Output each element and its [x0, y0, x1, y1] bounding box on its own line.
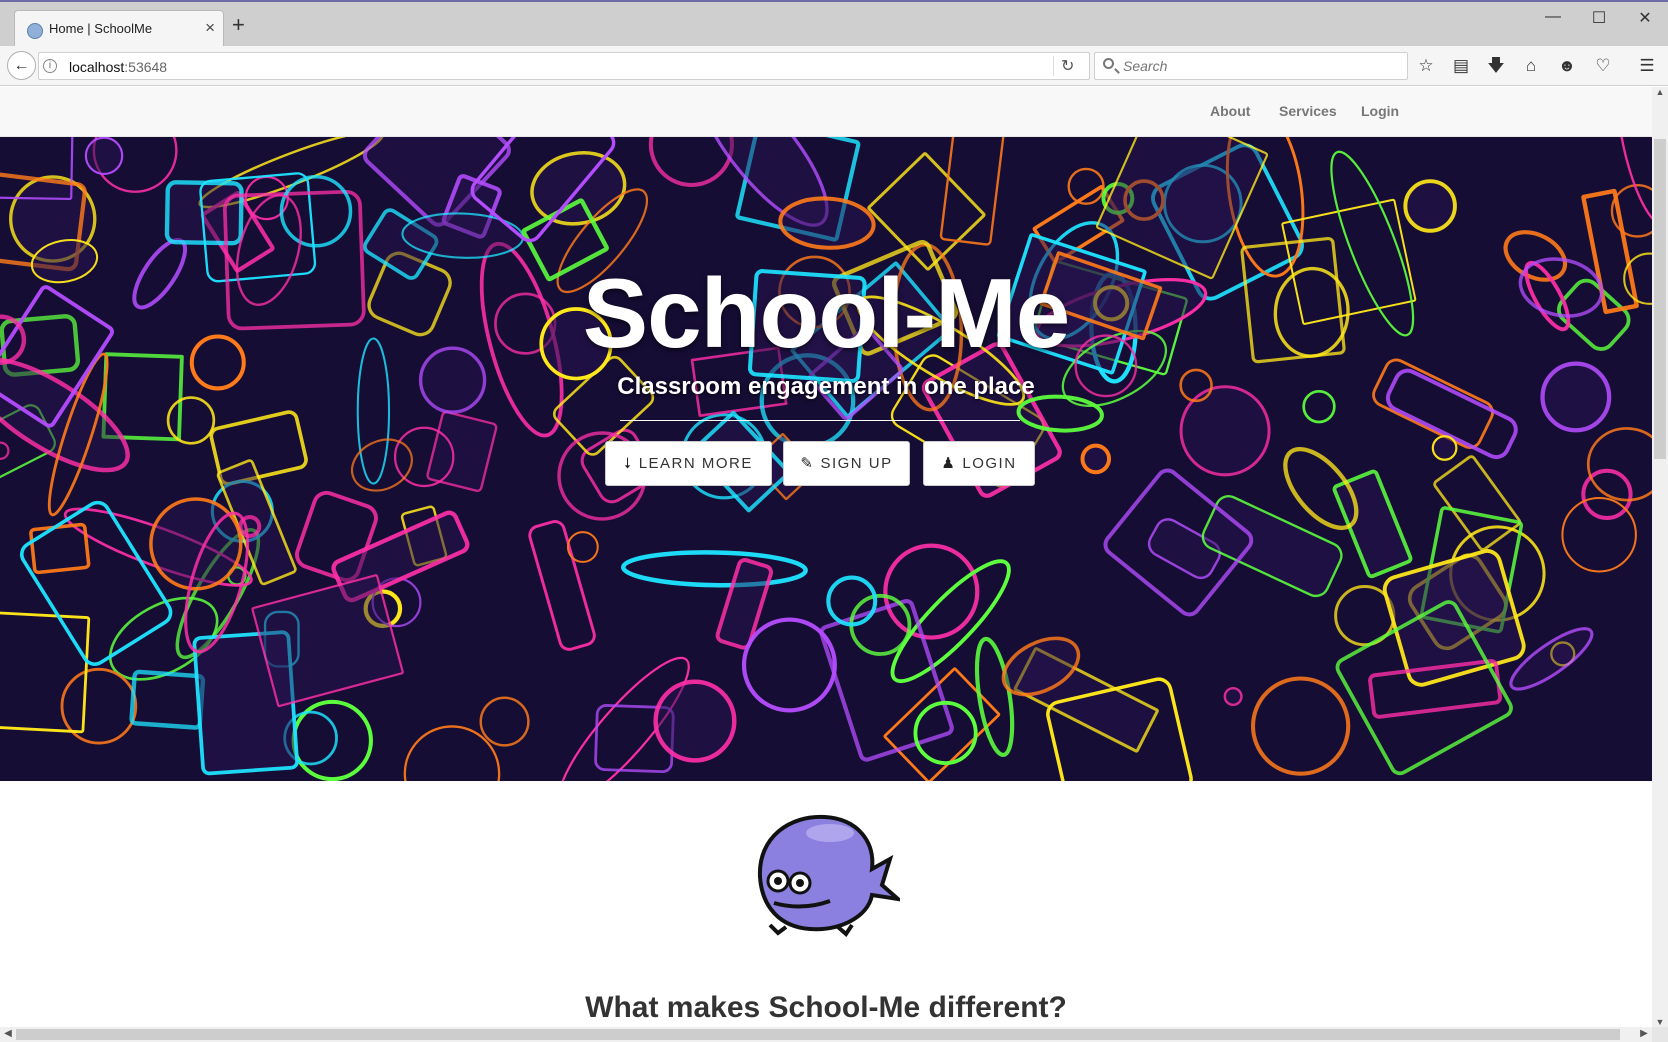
new-tab-button[interactable]: +: [232, 14, 245, 36]
sync-icon[interactable]: ☻: [1556, 55, 1578, 77]
star-icon[interactable]: ☆: [1415, 55, 1437, 77]
neon-decoration: [0, 611, 91, 734]
search-icon: [1103, 58, 1114, 69]
tab-title: Home | SchoolMe: [49, 21, 153, 36]
neon-decoration: [528, 520, 596, 651]
hero-section: School-Me Classroom engagement in one pl…: [0, 137, 1652, 781]
hero-title: School-Me: [582, 258, 1070, 368]
neon-decoration: [1561, 496, 1637, 573]
neon-decoration: [867, 152, 986, 271]
neon-decoration: [653, 679, 737, 763]
url-port: :53648: [124, 59, 168, 75]
neon-decoration: [1250, 676, 1351, 776]
neon-decoration: [1586, 427, 1652, 502]
hero-divider: [620, 420, 1020, 421]
neon-decoration: [1431, 435, 1458, 461]
nav-link-services[interactable]: Services: [1279, 103, 1337, 119]
neon-decoration: [883, 543, 980, 640]
url-text[interactable]: localhost:53648: [69, 59, 167, 75]
horizontal-scrollbar[interactable]: ◀ ▶: [0, 1027, 1652, 1042]
bolt-icon: ⭣: [624, 455, 633, 472]
reload-icon[interactable]: ↻: [1061, 56, 1074, 76]
horizontal-scroll-thumb[interactable]: [16, 1029, 1620, 1040]
search-input[interactable]: [1121, 54, 1401, 78]
login-button[interactable]: ♟ LOGIN: [923, 441, 1035, 486]
section-heading: What makes School-Me different?: [585, 991, 1067, 1024]
neon-decoration: [149, 497, 243, 591]
pocket-icon[interactable]: ♡: [1592, 55, 1614, 77]
vertical-scroll-thumb[interactable]: [1654, 139, 1666, 459]
user-icon: ♟: [941, 455, 957, 472]
maximize-window-button[interactable]: ☐: [1584, 8, 1614, 28]
hero-subtitle: Classroom engagement in one place: [617, 373, 1035, 400]
neon-decoration: [1332, 469, 1413, 579]
address-bar-divider: [1053, 56, 1054, 76]
neon-decoration: [566, 531, 599, 563]
neon-decoration: [778, 196, 876, 250]
site-info-icon[interactable]: i: [43, 59, 57, 73]
neon-decoration: [1403, 179, 1457, 233]
browser-toolbar: ← i localhost:53648 ↻ ☆ ▤ 🡇 ⌂ ☻ ♡ ☰: [0, 46, 1668, 86]
neon-decoration: [1067, 167, 1105, 205]
neon-decoration: [621, 550, 808, 588]
neon-decoration: [939, 137, 1006, 246]
neon-decoration: [166, 396, 216, 445]
vertical-scrollbar[interactable]: ▲ ▼: [1652, 87, 1668, 1027]
close-window-button[interactable]: ✕: [1630, 8, 1660, 28]
neon-decoration: [479, 696, 530, 747]
whale-mascot-icon: [757, 814, 900, 937]
browser-tab-active[interactable]: Home | SchoolMe ×: [14, 10, 224, 48]
reading-list-icon[interactable]: ▤: [1450, 55, 1472, 77]
neon-decoration: [279, 174, 353, 248]
login-label: LOGIN: [962, 455, 1017, 472]
neon-decoration: [1617, 137, 1652, 224]
scroll-down-arrow-icon[interactable]: ▼: [1652, 1017, 1668, 1027]
neon-decoration: [350, 438, 413, 492]
learn-more-button[interactable]: ⭣ LEARN MORE: [605, 441, 772, 486]
scroll-up-arrow-icon[interactable]: ▲: [1652, 87, 1668, 97]
menu-icon[interactable]: ☰: [1636, 55, 1658, 77]
sign-up-label: SIGN UP: [820, 455, 893, 472]
neon-decoration: [715, 558, 773, 650]
back-button[interactable]: ←: [7, 51, 36, 80]
scroll-left-arrow-icon[interactable]: ◀: [0, 1028, 16, 1039]
scroll-right-arrow-icon[interactable]: ▶: [1636, 1028, 1652, 1039]
url-host: localhost: [69, 59, 125, 75]
neon-decoration: [84, 137, 124, 176]
page-viewport: About Services Login School-Me Classroom…: [0, 87, 1652, 1027]
home-icon[interactable]: ⌂: [1520, 55, 1542, 77]
address-bar[interactable]: i localhost:53648 ↻: [38, 52, 1090, 80]
browser-search-box[interactable]: [1094, 52, 1408, 80]
favicon-icon: [27, 23, 43, 39]
neon-decoration: [251, 574, 404, 708]
site-navbar: About Services Login: [0, 87, 1652, 137]
neon-decoration: [1080, 443, 1112, 475]
neon-decoration: [974, 636, 1015, 758]
back-arrow-icon: ←: [13, 57, 30, 74]
download-icon[interactable]: 🡇: [1485, 55, 1507, 77]
sign-up-button[interactable]: ✎ SIGN UP: [783, 441, 910, 486]
neon-decoration: [1223, 686, 1243, 707]
neon-decoration: [426, 410, 498, 493]
pencil-icon: ✎: [800, 455, 815, 472]
minimize-window-button[interactable]: —: [1538, 8, 1568, 26]
nav-link-login[interactable]: Login: [1361, 103, 1399, 119]
learn-more-label: LEARN MORE: [638, 455, 753, 472]
neon-decoration: [1433, 455, 1522, 551]
neon-decoration: [0, 441, 10, 461]
nav-link-about[interactable]: About: [1210, 103, 1250, 119]
scrollbar-corner: [1652, 1027, 1668, 1042]
browser-tab-strip: Home | SchoolMe × + — ☐ ✕: [0, 0, 1668, 48]
close-tab-icon[interactable]: ×: [205, 18, 215, 38]
